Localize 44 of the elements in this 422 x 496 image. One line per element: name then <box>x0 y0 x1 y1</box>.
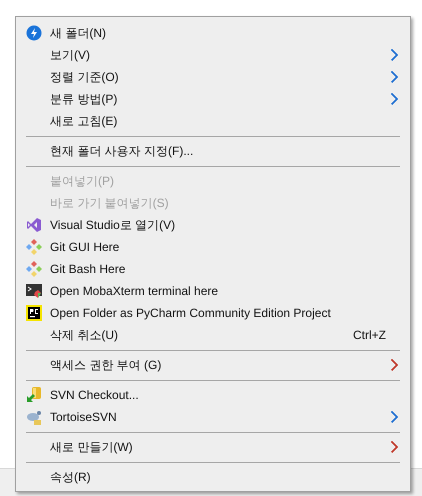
menu-item[interactable]: Git GUI Here <box>18 236 408 258</box>
menu-item[interactable]: 속성(R) <box>18 466 408 488</box>
menu-item[interactable]: Open MobaXterm terminal here <box>18 280 408 302</box>
menu-item[interactable]: 새 폴더(N) <box>18 22 408 44</box>
menu-item-label: Git GUI Here <box>50 239 120 256</box>
menu-item[interactable]: 현재 폴더 사용자 지정(F)... <box>18 140 408 162</box>
menu-item-label: SVN Checkout... <box>50 387 139 404</box>
menu-item[interactable]: Visual Studio로 열기(V) <box>18 214 408 236</box>
menu-item[interactable]: SVN Checkout... <box>18 384 408 406</box>
menu-item[interactable]: Git Bash Here <box>18 258 408 280</box>
diamond-tiles-icon <box>26 239 42 255</box>
terminal-icon <box>26 283 42 299</box>
menu-item[interactable]: 새로 고침(E) <box>18 110 408 132</box>
menu-item-label: 새로 고침(E) <box>50 113 118 130</box>
menu-item-label: Git Bash Here <box>50 261 126 278</box>
lightning-icon <box>26 25 42 41</box>
menu-item-label: 속성(R) <box>50 469 91 486</box>
infinity-ribbon-icon <box>26 217 42 233</box>
menu-item-label: Open Folder as PyCharm Community Edition Project <box>50 305 331 322</box>
menu-item[interactable]: 액세스 권한 부여 (G) <box>18 354 408 376</box>
menu-item-label: 삭제 취소(U) <box>50 327 118 344</box>
menu-item[interactable]: 보기(V) <box>18 44 408 66</box>
menu-item[interactable]: 삭제 취소(U) Ctrl+Z <box>18 324 408 346</box>
code-editor-icon <box>26 305 42 321</box>
menu-item-label: 분류 방법(P) <box>50 91 118 108</box>
menu-item[interactable]: 정렬 기준(O) <box>18 66 408 88</box>
menu-item-label: 정렬 기준(O) <box>50 69 119 86</box>
menu-item-label: 새로 만들기(W) <box>50 439 133 456</box>
menu-item[interactable]: TortoiseSVN <box>18 406 408 428</box>
shortcut-label: Ctrl+Z <box>353 327 386 344</box>
menu-item-label: Open MobaXterm terminal here <box>50 283 218 300</box>
menu-item-label: 보기(V) <box>50 47 90 64</box>
menu-item[interactable]: 분류 방법(P) <box>18 88 408 110</box>
repository-checkout-icon <box>26 387 42 403</box>
diamond-tiles-icon <box>26 261 42 277</box>
menu-item-label: 현재 폴더 사용자 지정(F)... <box>50 143 194 160</box>
menu-item-label: 새 폴더(N) <box>50 25 106 42</box>
menu-item-label: 바로 가기 붙여넣기(S) <box>50 195 169 212</box>
menu-item-label: TortoiseSVN <box>50 409 117 426</box>
menu-item-label: Visual Studio로 열기(V) <box>50 217 176 234</box>
menu-item[interactable]: 새로 만들기(W) <box>18 436 408 458</box>
menu-item[interactable]: Open Folder as PyCharm Community Edition Project <box>18 302 408 324</box>
menu-item-label: 붙여넣기(P) <box>50 173 114 190</box>
menu-item-label: 액세스 권한 부여 (G) <box>50 357 162 374</box>
